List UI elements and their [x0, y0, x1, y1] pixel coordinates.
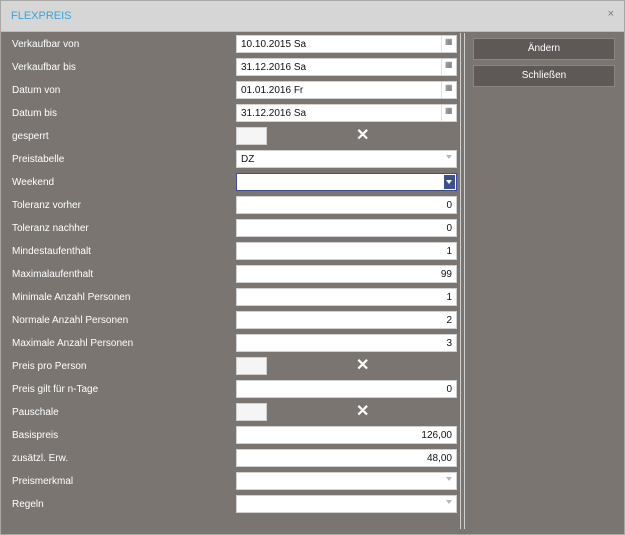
- zusaetzl-erw-field[interactable]: 48,00: [236, 449, 457, 467]
- action-panel: Ändern Schließen: [464, 33, 622, 529]
- close-icon[interactable]: ×: [608, 8, 614, 20]
- maximalaufenthalt-field[interactable]: 99: [236, 265, 457, 283]
- max-personen-value: 3: [446, 338, 452, 349]
- calendar-icon[interactable]: [441, 36, 456, 52]
- preis-pro-person-label: Preis pro Person: [12, 361, 87, 372]
- verkaufbar-von-label: Verkaufbar von: [12, 39, 80, 50]
- row-normal-personen: Normale Anzahl Personen 2: [6, 311, 460, 329]
- verkaufbar-von-field[interactable]: 10.10.2015 Sa: [236, 35, 457, 53]
- row-maximalaufenthalt: Maximalaufenthalt 99: [6, 265, 460, 283]
- normal-personen-value: 2: [446, 315, 452, 326]
- gesperrt-label: gesperrt: [12, 131, 49, 142]
- verkaufbar-bis-value: 31.12.2016 Sa: [241, 62, 307, 73]
- verkaufbar-bis-label: Verkaufbar bis: [12, 62, 76, 73]
- gesperrt-toggle[interactable]: [236, 127, 267, 145]
- close-button[interactable]: Schließen: [473, 65, 615, 87]
- basispreis-label: Basispreis: [12, 430, 59, 441]
- basispreis-field[interactable]: 126,00: [236, 426, 457, 444]
- toleranz-vorher-field[interactable]: 0: [236, 196, 457, 214]
- preismerkmal-label: Preismerkmal: [12, 476, 74, 487]
- row-verkaufbar-von: Verkaufbar von 10.10.2015 Sa: [6, 35, 460, 53]
- datum-bis-value: 31.12.2016 Sa: [241, 108, 307, 119]
- row-preis-pro-person: Preis pro Person ✕: [6, 357, 460, 375]
- maximalaufenthalt-label: Maximalaufenthalt: [12, 269, 94, 280]
- preistabelle-select[interactable]: DZ: [236, 150, 457, 168]
- chevron-down-icon[interactable]: [446, 477, 452, 481]
- toleranz-vorher-label: Toleranz vorher: [12, 200, 81, 211]
- row-verkaufbar-bis: Verkaufbar bis 31.12.2016 Sa: [6, 58, 460, 76]
- preis-n-tage-label: Preis gilt für n-Tage: [12, 384, 99, 395]
- toleranz-vorher-value: 0: [446, 200, 452, 211]
- weekend-select[interactable]: [236, 173, 457, 191]
- chevron-down-icon[interactable]: [444, 175, 455, 189]
- preis-n-tage-field[interactable]: 0: [236, 380, 457, 398]
- chevron-down-icon[interactable]: [446, 500, 452, 504]
- max-personen-label: Maximale Anzahl Personen: [12, 338, 134, 349]
- datum-von-field[interactable]: 01.01.2016 Fr: [236, 81, 457, 99]
- min-personen-value: 1: [446, 292, 452, 303]
- datum-von-value: 01.01.2016 Fr: [241, 85, 304, 96]
- calendar-icon[interactable]: [441, 105, 456, 121]
- calendar-icon[interactable]: [441, 59, 456, 75]
- row-preismerkmal: Preismerkmal: [6, 472, 460, 490]
- row-gesperrt: gesperrt ✕: [6, 127, 460, 145]
- min-personen-label: Minimale Anzahl Personen: [12, 292, 131, 303]
- row-weekend: Weekend: [6, 173, 460, 191]
- row-datum-von: Datum von 01.01.2016 Fr: [6, 81, 460, 99]
- maximalaufenthalt-value: 99: [440, 269, 452, 280]
- calendar-icon[interactable]: [441, 82, 456, 98]
- row-basispreis: Basispreis 126,00: [6, 426, 460, 444]
- toleranz-nachher-field[interactable]: 0: [236, 219, 457, 237]
- datum-bis-label: Datum bis: [12, 108, 58, 119]
- row-min-personen: Minimale Anzahl Personen 1: [6, 288, 460, 306]
- title-bar: FLEXPREIS ×: [1, 1, 624, 32]
- row-preis-n-tage: Preis gilt für n-Tage 0: [6, 380, 460, 398]
- x-mark-icon[interactable]: ✕: [356, 401, 369, 421]
- row-mindestaufenthalt: Mindestaufenthalt 1: [6, 242, 460, 260]
- row-toleranz-vorher: Toleranz vorher 0: [6, 196, 460, 214]
- normal-personen-field[interactable]: 2: [236, 311, 457, 329]
- dialog-title: FLEXPREIS: [11, 10, 72, 22]
- mindestaufenthalt-label: Mindestaufenthalt: [12, 246, 91, 257]
- zusaetzl-erw-value: 48,00: [426, 453, 452, 464]
- verkaufbar-von-value: 10.10.2015 Sa: [241, 39, 307, 50]
- chevron-down-icon[interactable]: [446, 155, 452, 159]
- max-personen-field[interactable]: 3: [236, 334, 457, 352]
- row-max-personen: Maximale Anzahl Personen 3: [6, 334, 460, 352]
- row-regeln: Regeln: [6, 495, 460, 513]
- row-datum-bis: Datum bis 31.12.2016 Sa: [6, 104, 460, 122]
- preistabelle-value: DZ: [241, 154, 255, 165]
- basispreis-value: 126,00: [421, 430, 452, 441]
- preis-n-tage-value: 0: [446, 384, 452, 395]
- preismerkmal-select[interactable]: [236, 472, 457, 490]
- pauschale-label: Pauschale: [12, 407, 59, 418]
- row-preistabelle: Preistabelle DZ: [6, 150, 460, 168]
- toleranz-nachher-value: 0: [446, 223, 452, 234]
- min-personen-field[interactable]: 1: [236, 288, 457, 306]
- toleranz-nachher-label: Toleranz nachher: [12, 223, 89, 234]
- flexpreis-dialog: FLEXPREIS × Verkaufbar von 10.10.2015 Sa…: [0, 0, 625, 535]
- row-zusaetzl-erw: zusätzl. Erw. 48,00: [6, 449, 460, 467]
- preis-pro-person-toggle[interactable]: [236, 357, 267, 375]
- form-panel: Verkaufbar von 10.10.2015 Sa Verkaufbar …: [6, 33, 461, 529]
- datum-bis-field[interactable]: 31.12.2016 Sa: [236, 104, 457, 122]
- row-toleranz-nachher: Toleranz nachher 0: [6, 219, 460, 237]
- x-mark-icon[interactable]: ✕: [356, 125, 369, 145]
- weekend-label: Weekend: [12, 177, 55, 188]
- zusaetzl-erw-label: zusätzl. Erw.: [12, 453, 69, 464]
- regeln-select[interactable]: [236, 495, 457, 513]
- mindestaufenthalt-value: 1: [446, 246, 452, 257]
- datum-von-label: Datum von: [12, 85, 61, 96]
- row-pauschale: Pauschale ✕: [6, 403, 460, 421]
- verkaufbar-bis-field[interactable]: 31.12.2016 Sa: [236, 58, 457, 76]
- change-button[interactable]: Ändern: [473, 38, 615, 60]
- regeln-label: Regeln: [12, 499, 44, 510]
- x-mark-icon[interactable]: ✕: [356, 355, 369, 375]
- normal-personen-label: Normale Anzahl Personen: [12, 315, 129, 326]
- pauschale-toggle[interactable]: [236, 403, 267, 421]
- mindestaufenthalt-field[interactable]: 1: [236, 242, 457, 260]
- preistabelle-label: Preistabelle: [12, 154, 65, 165]
